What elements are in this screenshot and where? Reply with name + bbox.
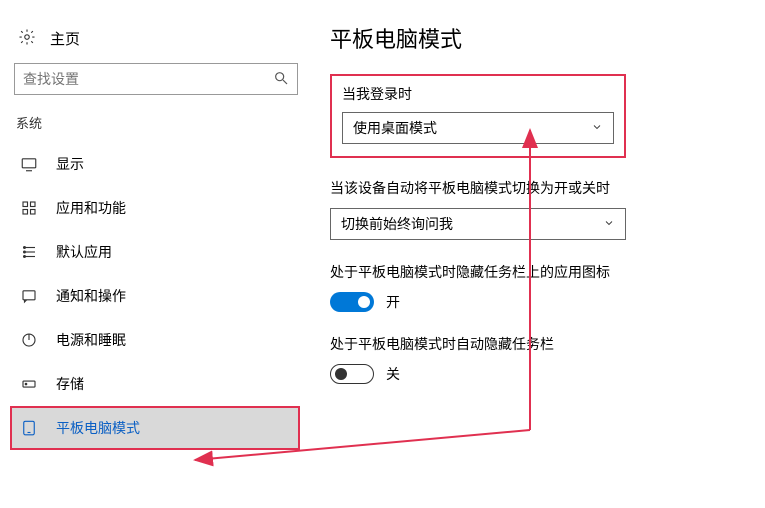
default-apps-icon [20, 243, 38, 261]
hide-taskbar-label: 处于平板电脑模式时自动隐藏任务栏 [330, 334, 750, 354]
apps-icon [20, 199, 38, 217]
sidebar-item-label: 存储 [56, 374, 84, 394]
sidebar-item-default-apps[interactable]: 默认应用 [10, 230, 300, 274]
sidebar-item-apps[interactable]: 应用和功能 [10, 186, 300, 230]
power-icon [20, 331, 38, 349]
signin-label: 当我登录时 [342, 84, 614, 104]
sidebar-item-label: 显示 [56, 154, 84, 174]
search-icon [273, 70, 289, 89]
sidebar-item-power[interactable]: 电源和睡眠 [10, 318, 300, 362]
auto-switch-label: 当该设备自动将平板电脑模式切换为开或关时 [330, 178, 750, 198]
auto-switch-dropdown[interactable]: 切换前始终询问我 [330, 208, 626, 240]
page-title: 平板电脑模式 [330, 22, 750, 54]
home-label: 主页 [50, 28, 80, 49]
sidebar-item-display[interactable]: 显示 [10, 142, 300, 186]
sidebar-item-label: 平板电脑模式 [56, 418, 140, 438]
storage-icon [20, 375, 38, 393]
auto-switch-dropdown-value: 切换前始终询问我 [341, 214, 453, 234]
sidebar-item-label: 默认应用 [56, 242, 112, 262]
signin-dropdown[interactable]: 使用桌面模式 [342, 112, 614, 144]
signin-dropdown-value: 使用桌面模式 [353, 118, 437, 138]
sidebar-item-label: 电源和睡眠 [56, 330, 126, 350]
sidebar-item-notifications[interactable]: 通知和操作 [10, 274, 300, 318]
gear-icon [18, 28, 36, 49]
sidebar-item-label: 应用和功能 [56, 198, 126, 218]
search-input[interactable] [23, 71, 273, 87]
chevron-down-icon [591, 120, 603, 136]
content-pane: 平板电脑模式 当我登录时 使用桌面模式 当该设备自动将平板电脑模式切换为开或关时… [330, 22, 750, 406]
signin-section: 当我登录时 使用桌面模式 [330, 74, 626, 158]
home-link[interactable]: 主页 [10, 24, 300, 63]
search-box[interactable] [14, 63, 298, 95]
sidebar: 主页 系统 显示 应用和功能 默认应用 通知和操作 电源和睡眠 存储 平板电脑模… [0, 0, 310, 460]
notifications-icon [20, 287, 38, 305]
hide-taskbar-toggle[interactable] [330, 364, 374, 384]
sidebar-item-label: 通知和操作 [56, 286, 126, 306]
hide-icons-state: 开 [386, 292, 400, 312]
sidebar-group-title: 系统 [16, 113, 300, 132]
sidebar-item-storage[interactable]: 存储 [10, 362, 300, 406]
hide-taskbar-state: 关 [386, 364, 400, 384]
display-icon [20, 155, 38, 173]
chevron-down-icon [603, 216, 615, 232]
sidebar-item-tablet-mode[interactable]: 平板电脑模式 [10, 406, 300, 450]
tablet-mode-icon [20, 419, 38, 437]
hide-icons-label: 处于平板电脑模式时隐藏任务栏上的应用图标 [330, 262, 750, 282]
hide-icons-toggle[interactable] [330, 292, 374, 312]
